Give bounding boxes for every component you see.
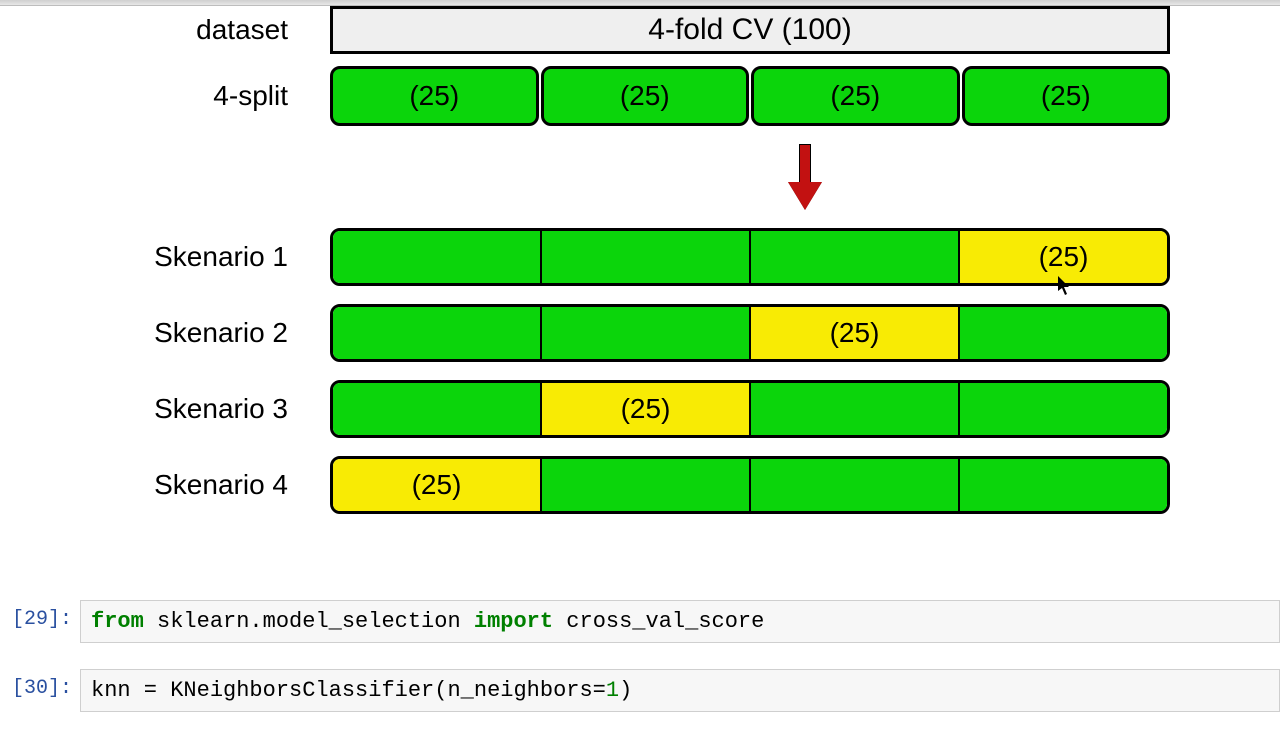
scenario-bar: (25): [330, 380, 1170, 438]
code-input[interactable]: from sklearn.model_selection import cros…: [80, 600, 1280, 643]
cell-prompt: [30]:: [8, 669, 80, 700]
dataset-box: 4-fold CV (100): [330, 6, 1170, 54]
scenario-label: Skenario 3: [0, 393, 330, 425]
arrow-row: [0, 144, 1280, 212]
code-cell[interactable]: [29]:from sklearn.model_selection import…: [8, 600, 1280, 643]
split-label: 4-split: [0, 80, 330, 112]
cell-prompt: [29]:: [8, 600, 80, 631]
train-fold: [751, 383, 960, 435]
test-fold: (25): [333, 459, 542, 511]
code-token: cross_val_score: [566, 609, 764, 634]
scenario-row-3: Skenario 3 (25): [0, 380, 1280, 438]
dataset-label: dataset: [0, 14, 330, 46]
train-fold: [333, 231, 542, 283]
split-seg-0: (25): [330, 66, 539, 126]
scenario-label: Skenario 2: [0, 317, 330, 349]
code-token: 1: [606, 678, 619, 703]
scenario-bar: (25): [330, 456, 1170, 514]
down-arrow-icon: [792, 144, 818, 212]
test-fold: (25): [960, 231, 1167, 283]
split-seg-2: (25): [751, 66, 960, 126]
train-fold: [542, 307, 751, 359]
train-fold: [333, 383, 542, 435]
notebook-cells: [29]:from sklearn.model_selection import…: [8, 600, 1280, 738]
scenario-label: Skenario 1: [0, 241, 330, 273]
test-fold: (25): [751, 307, 960, 359]
train-fold: [751, 459, 960, 511]
test-fold: (25): [542, 383, 751, 435]
split-row: 4-split (25) (25) (25) (25): [0, 66, 1280, 126]
train-fold: [960, 459, 1167, 511]
dataset-row: dataset 4-fold CV (100): [0, 6, 1280, 54]
train-fold: [333, 307, 542, 359]
scenario-bar: (25): [330, 304, 1170, 362]
code-input[interactable]: knn = KNeighborsClassifier(n_neighbors=1…: [80, 669, 1280, 712]
train-fold: [960, 307, 1167, 359]
split-seg-1: (25): [541, 66, 750, 126]
scenario-row-4: Skenario 4(25): [0, 456, 1280, 514]
code-token: from: [91, 609, 157, 634]
scenario-row-2: Skenario 2 (25): [0, 304, 1280, 362]
code-token: ): [619, 678, 632, 703]
train-fold: [542, 231, 751, 283]
train-fold: [751, 231, 960, 283]
scenario-row-1: Skenario 1 (25): [0, 228, 1280, 286]
code-cell[interactable]: [30]:knn = KNeighborsClassifier(n_neighb…: [8, 669, 1280, 712]
scenario-bar: (25): [330, 228, 1170, 286]
train-fold: [542, 459, 751, 511]
code-token: sklearn.model_selection: [157, 609, 474, 634]
split-segments: (25) (25) (25) (25): [330, 66, 1170, 126]
cv-diagram: dataset 4-fold CV (100) 4-split (25) (25…: [0, 6, 1280, 532]
code-token: knn = KNeighborsClassifier(n_neighbors=: [91, 678, 606, 703]
code-token: import: [474, 609, 566, 634]
split-seg-3: (25): [962, 66, 1171, 126]
train-fold: [960, 383, 1167, 435]
scenario-label: Skenario 4: [0, 469, 330, 501]
